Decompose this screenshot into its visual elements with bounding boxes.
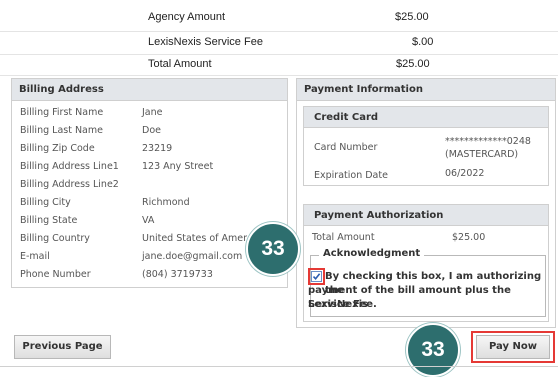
expiration-date-label: Expiration Date (314, 170, 388, 181)
billing-state-value: VA (142, 215, 155, 226)
credit-card-panel: Credit Card Card Number *************024… (303, 106, 549, 186)
payment-information-title: Payment Information (297, 79, 555, 101)
step-badge: 33 (406, 323, 460, 377)
billing-last-name-label: Billing Last Name (20, 125, 103, 136)
authorization-total-label: Total Amount (312, 232, 375, 243)
billing-address-line2-label: Billing Address Line2 (20, 179, 119, 190)
billing-state-label: Billing State (20, 215, 78, 226)
billing-address-line1-value: 123 Any Street (142, 161, 214, 172)
service-fee-label: LexisNexis Service Fee (148, 36, 263, 48)
authorization-checkbox[interactable] (311, 271, 322, 282)
payment-authorization-panel: Payment Authorization Total Amount $25.0… (303, 204, 549, 322)
email-label: E-mail (20, 251, 50, 262)
billing-last-name-value: Doe (142, 125, 161, 136)
service-fee-value: $.00 (412, 36, 434, 48)
card-number-value: *************0248 (445, 136, 531, 147)
card-number-label: Card Number (314, 142, 378, 153)
email-value: jane.doe@gmail.com (142, 251, 243, 262)
authorization-total-value: $25.00 (452, 232, 486, 243)
billing-address-line1-label: Billing Address Line1 (20, 161, 119, 172)
credit-card-title: Credit Card (304, 107, 548, 128)
billing-address-title: Billing Address (12, 79, 287, 101)
billing-first-name-value: Jane (142, 107, 163, 118)
billing-country-label: Billing Country (20, 233, 90, 244)
total-amount-value: $25.00 (396, 58, 430, 70)
billing-zip-label: Billing Zip Code (20, 143, 95, 154)
billing-city-label: Billing City (20, 197, 71, 208)
billing-zip-value: 23219 (142, 143, 173, 154)
consent-line-3: Service Fee. (308, 299, 377, 310)
phone-number-label: Phone Number (20, 269, 91, 280)
agency-amount-value: $25.00 (395, 11, 429, 23)
billing-first-name-label: Billing First Name (20, 107, 104, 118)
expiration-date-value: 06/2022 (445, 168, 485, 179)
pay-now-button[interactable]: Pay Now (476, 335, 550, 359)
payment-information-panel: Payment Information Credit Card Card Num… (296, 78, 556, 328)
previous-page-button[interactable]: Previous Page (14, 335, 111, 359)
card-type-value: (MASTERCARD) (445, 149, 519, 160)
billing-city-value: Richmond (142, 197, 190, 208)
checkmark-icon (312, 273, 321, 281)
billing-country-value: United States of Amer (142, 233, 248, 244)
summary-divider (0, 75, 558, 76)
total-amount-label: Total Amount (148, 58, 212, 70)
summary-divider (0, 54, 558, 55)
step-badge: 33 (246, 222, 300, 276)
acknowledgment-legend: Acknowledgment (319, 248, 425, 259)
agency-amount-label: Agency Amount (148, 11, 226, 23)
payment-authorization-title: Payment Authorization (304, 205, 548, 226)
summary-divider (0, 31, 558, 32)
phone-number-value: (804) 3719733 (142, 269, 213, 280)
